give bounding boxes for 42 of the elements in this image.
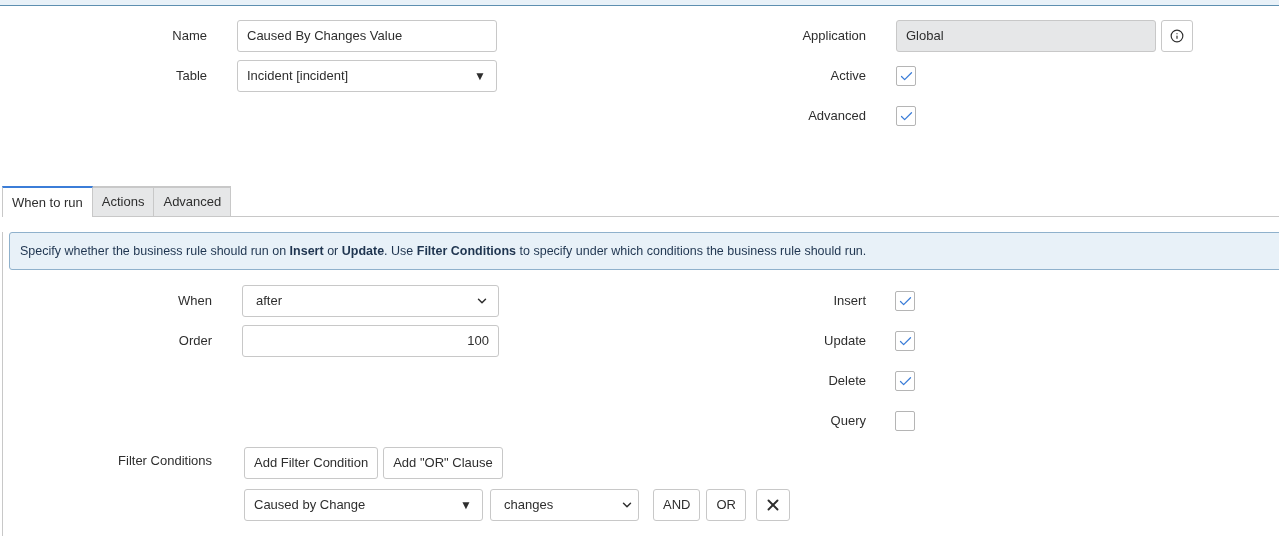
delete-button[interactable] bbox=[755, 489, 790, 521]
select-field[interactable]: after bbox=[242, 285, 499, 317]
filter-button[interactable]: Add "OR" Clause bbox=[383, 447, 503, 479]
info-message: Specify whether the business rule should run on Insert or Update. Use Filter Conditions to specify under which conditions the business rule should run. bbox=[20, 242, 867, 260]
field-label: Application bbox=[801, 27, 866, 46]
table-select[interactable]: Incident [incident] ▼ bbox=[237, 60, 497, 92]
field-label: Delete bbox=[827, 372, 866, 391]
field-label: Active bbox=[829, 67, 866, 86]
text-field[interactable]: Caused By Changes Value bbox=[237, 20, 497, 52]
field-label: Table bbox=[174, 67, 207, 86]
field-label: Update bbox=[823, 332, 866, 351]
tab[interactable]: Advanced bbox=[154, 186, 232, 216]
checkbox[interactable] bbox=[895, 411, 915, 431]
condition-button[interactable]: AND bbox=[653, 489, 701, 521]
select-value: after bbox=[256, 292, 282, 311]
condition-button[interactable]: OR bbox=[706, 489, 746, 521]
tab[interactable]: When to run bbox=[2, 186, 93, 217]
checkbox[interactable] bbox=[896, 106, 916, 126]
select-value: Incident [incident] bbox=[247, 67, 349, 86]
readonly-field: Global bbox=[896, 20, 1156, 52]
checkbox[interactable] bbox=[895, 331, 915, 351]
filter-button[interactable]: Add Filter Condition bbox=[244, 447, 379, 479]
field-label: Name bbox=[171, 27, 207, 46]
field-label: When bbox=[177, 292, 212, 311]
field-label: Advanced bbox=[807, 107, 866, 126]
select-value: changes bbox=[504, 496, 554, 515]
dropdown-arrow: ▼ bbox=[474, 68, 486, 85]
number-field[interactable]: 100 bbox=[242, 325, 499, 357]
checkbox[interactable] bbox=[895, 371, 915, 391]
field-label: Order bbox=[177, 332, 212, 351]
tab[interactable]: Actions bbox=[92, 186, 155, 216]
checkbox[interactable] bbox=[895, 291, 915, 311]
checkbox[interactable] bbox=[896, 66, 916, 86]
condition-field-select[interactable]: Caused by Change ▼ bbox=[244, 489, 483, 521]
info-icon bbox=[1170, 29, 1184, 43]
info-button[interactable] bbox=[1161, 20, 1193, 52]
field-label: Query bbox=[829, 412, 866, 431]
dropdown-arrow: ▼ bbox=[460, 497, 472, 514]
field-label: Filter Conditions bbox=[117, 451, 212, 470]
select-value: Caused by Change bbox=[254, 496, 366, 515]
operator-select[interactable]: changes bbox=[490, 489, 639, 521]
field-label: Insert bbox=[832, 292, 866, 311]
